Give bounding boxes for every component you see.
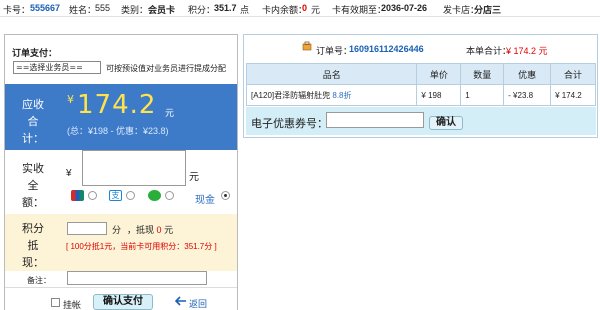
points-unit: 点 xyxy=(240,5,250,15)
item-qty: 1 xyxy=(460,84,505,106)
order-panel: 订单号： 160916112426446 本单合计： ¥ 174.2 元 品名 … xyxy=(243,34,598,138)
cash-label: 现金 xyxy=(195,195,215,206)
points-label: 积分： xyxy=(188,5,216,15)
col-price: 单价 xyxy=(416,63,462,85)
col-qty: 数量 xyxy=(460,63,505,85)
amount-due-panel: 应收合计： ¥174.2 元 (总：¥198 - 优惠：¥23.8) xyxy=(5,84,237,150)
card-no-label: 卡号： xyxy=(3,5,31,15)
amount-due-detail: (总：¥198 - 优惠：¥23.8) xyxy=(67,126,169,136)
payment-method-row: 支 现金 xyxy=(71,188,239,206)
order-total-label: 本单合计： xyxy=(466,46,512,56)
cash-radio[interactable] xyxy=(221,191,230,200)
table-row: [A120]君泽防辐射肚兜 8.8折 ¥ 198 1 - ¥23.8 ¥ 174… xyxy=(245,84,596,106)
coupon-row: 电子优惠券号： 确认 xyxy=(246,107,596,135)
member-points: 351.7 xyxy=(214,3,237,13)
payment-title: 订单支付： xyxy=(12,48,58,58)
order-no: 160916112426446 xyxy=(349,44,424,54)
item-total: ¥ 174.2 xyxy=(550,84,596,106)
amount-due: ¥174.2 xyxy=(67,90,156,120)
received-amount-input[interactable] xyxy=(82,150,186,186)
category-label: 类别： xyxy=(121,5,149,15)
confirm-payment-button[interactable]: 确认支付 xyxy=(93,294,153,310)
offset-amount: 0 xyxy=(156,225,162,235)
member-category: 会员卡 xyxy=(148,5,176,15)
alipay-radio[interactable] xyxy=(126,191,135,200)
offset-unit: 元 xyxy=(164,225,174,235)
remark-input[interactable] xyxy=(67,271,207,285)
remark-label: 备注： xyxy=(27,276,51,285)
points-offset-label: 积分抵现： xyxy=(22,223,44,269)
offset-label: ，抵现 xyxy=(127,225,155,235)
item-price: ¥ 198 xyxy=(416,84,462,106)
balance-unit: 元 xyxy=(311,5,321,15)
coupon-input[interactable] xyxy=(326,112,424,128)
payment-actions: 挂帐 确认支付 返回 xyxy=(5,287,237,310)
item-discount-rate: 8.8折 xyxy=(332,90,352,100)
card-expiry: 2036-07-26 xyxy=(381,3,428,13)
amount-due-label: 应收合计： xyxy=(22,99,44,145)
member-name: 555 xyxy=(95,3,111,13)
received-unit: 元 xyxy=(189,172,199,183)
card-info-bar: 卡号： 555667 姓名： 555 类别： 会员卡 积分： 351.7 点 卡… xyxy=(0,0,600,17)
points-input[interactable] xyxy=(67,222,107,235)
points-rule: [ 100分抵1元，当前卡可用积分：351.7分 ] xyxy=(66,242,217,251)
unionpay-icon xyxy=(71,190,84,201)
payment-panel: 订单支付： ==选择业务员== 可按预设值对业务员进行提成分配 应收合计： ¥1… xyxy=(4,34,238,310)
coupon-confirm-button[interactable]: 确认 xyxy=(429,116,463,130)
item-name-cell: [A120]君泽防辐射肚兜 8.8折 xyxy=(245,84,418,106)
order-items-table: 品名 单价 数量 优惠 合计 [A120]君泽防辐射肚兜 8.8折 ¥ 198 … xyxy=(245,63,596,106)
coupon-label: 电子优惠券号： xyxy=(251,118,328,130)
name-label: 姓名： xyxy=(69,5,97,15)
due-currency: ¥ xyxy=(67,93,75,106)
salesperson-hint: 可按预设值对业务员进行提成分配 xyxy=(106,64,226,73)
col-name: 品名 xyxy=(245,63,418,85)
back-link[interactable]: 返回 xyxy=(189,297,207,310)
cart-icon xyxy=(302,41,312,51)
item-discount: - ¥23.8 xyxy=(503,84,552,106)
unionpay-radio[interactable] xyxy=(88,191,97,200)
col-discount: 优惠 xyxy=(503,63,552,85)
salesperson-select[interactable]: ==选择业务员== xyxy=(13,61,101,74)
table-header: 品名 单价 数量 优惠 合计 xyxy=(245,63,596,85)
points-input-unit: 分 xyxy=(112,225,122,235)
back-arrow-icon[interactable] xyxy=(175,295,187,307)
order-no-label: 订单号： xyxy=(316,46,353,56)
wechat-pay-radio[interactable] xyxy=(165,191,174,200)
expiry-label: 卡有效期至： xyxy=(332,5,387,15)
order-total: ¥ 174.2 元 xyxy=(506,46,548,56)
amount-due-value: 174.2 xyxy=(77,90,157,120)
card-no: 555667 xyxy=(30,3,61,13)
received-currency: ¥ xyxy=(66,168,72,179)
order-header: 订单号： 160916112426446 本单合计： ¥ 174.2 元 xyxy=(244,35,597,61)
wechat-pay-icon xyxy=(148,190,161,201)
card-balance: 0 xyxy=(302,3,308,13)
hang-label: 挂帐 xyxy=(63,300,82,310)
amount-due-unit: 元 xyxy=(165,108,175,118)
card-issuer: 分店三 xyxy=(474,5,502,15)
balance-label: 卡内余额： xyxy=(262,5,308,15)
col-total: 合计 xyxy=(550,63,596,85)
alipay-icon: 支 xyxy=(109,190,122,201)
received-label: 实收全额： xyxy=(22,163,44,209)
item-name: [A120]君泽防辐射肚兜 xyxy=(251,90,331,100)
points-offset-value: ，抵现 0 元 xyxy=(127,223,173,236)
hang-checkbox[interactable] xyxy=(51,298,60,307)
points-offset-panel: 积分抵现： 分 ，抵现 0 元 [ 100分抵1元，当前卡可用积分：351.7分… xyxy=(5,214,237,271)
